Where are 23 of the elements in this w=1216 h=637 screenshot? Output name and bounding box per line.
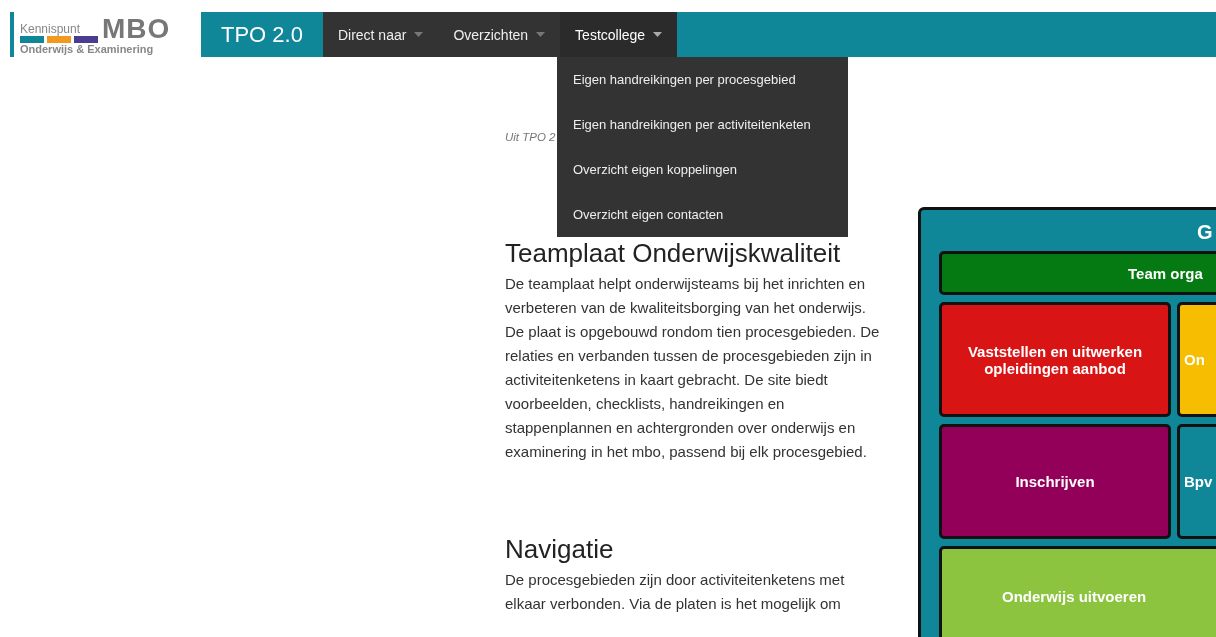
plate-title: G xyxy=(1197,220,1213,244)
logo-subtitle: Onderwijs & Examinering xyxy=(20,42,155,55)
process-block[interactable]: Vaststellen en uitwerken opleidingen aanbod xyxy=(939,302,1171,417)
breadcrumb: Uit TPO 2 xyxy=(505,131,556,143)
process-block[interactable]: Bpv xyxy=(1177,424,1216,539)
process-block[interactable]: Team orga xyxy=(939,251,1216,295)
section-text: De procesgebieden zijn door activiteitenketens met elkaar verbonden. Via de platen is het mogelijk om xyxy=(505,570,846,614)
app-title[interactable]: TPO 2.0 xyxy=(201,12,323,57)
caret-icon xyxy=(536,32,546,37)
nav-menu[interactable]: Testcollege xyxy=(560,12,678,57)
logo-stripes-icon xyxy=(20,35,100,43)
section-heading: Teamplaat Onderwijskwaliteit xyxy=(505,238,842,268)
section-text: De teamplaat helpt onderwijsteams bij het inrichten en verbeteren van de kwaliteitsborging van het onderwijs. De plaat is opgebouwd rondom tien procesgebieden. De relaties en verbanden tussen de procesgebieden zijn in activiteitenketens in kaart gebracht. De site biedt voorbeelden, checklists, handreikingen en stappenplannen en achtergronden over onderwijs en examinering in het mbo, passend bij elk procesgebied. xyxy=(505,274,881,462)
process-block[interactable]: Inschrijven xyxy=(939,424,1171,539)
dropdown-item[interactable]: Eigen handreikingen per activiteitenketen xyxy=(557,102,848,147)
dropdown-item[interactable]: Eigen handreikingen per procesgebied xyxy=(557,57,848,102)
caret-icon xyxy=(653,32,663,37)
dropdown-item[interactable]: Overzicht eigen contacten xyxy=(557,192,848,237)
section-heading: Navigatie xyxy=(505,534,615,564)
caret-icon xyxy=(414,32,424,37)
logo-brand: MBO xyxy=(102,14,171,43)
logo-text: Kennispunt xyxy=(20,22,82,36)
dropdown-item[interactable]: Overzicht eigen koppelingen xyxy=(557,147,848,192)
